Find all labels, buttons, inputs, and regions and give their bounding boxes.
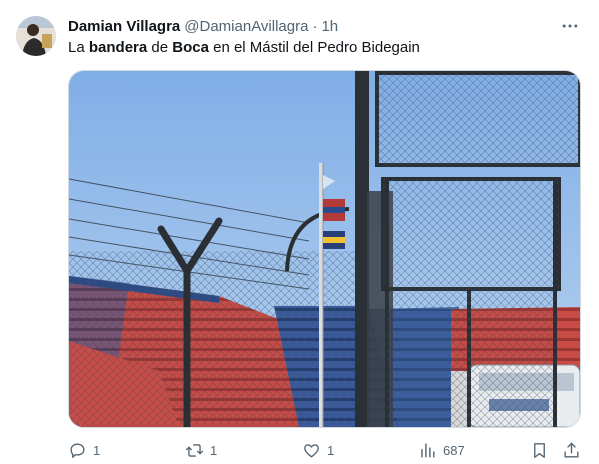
more-options-button[interactable] [557,14,583,38]
retweet-count: 1 [210,442,218,458]
stadium-flag-photo [69,71,580,427]
views-chart-icon [421,442,435,458]
tweet-text-part: La [68,39,89,56]
reply-count: 1 [93,442,101,458]
tweet-actions: 1 1 1 687 [68,438,581,462]
tweet-timestamp[interactable]: 1h [321,18,338,35]
share-button[interactable] [562,438,581,462]
tweet-text: La bandera de Boca en el Mástil del Pedr… [68,38,420,58]
tweet-text-part: de [147,39,173,56]
tweet-text-bold: Boca [172,39,209,56]
views-button[interactable]: 687 [418,438,465,462]
share-icon [564,442,579,458]
like-count: 1 [327,442,335,458]
like-button[interactable]: 1 [302,438,334,462]
views-count: 687 [443,442,465,458]
tweet-text-bold: bandera [88,39,148,56]
tweet-header: Damian Villagra @DamianAvillagra · 1h [68,16,583,36]
author-handle[interactable]: @DamianAvillagra [184,18,308,35]
retweet-icon [185,443,204,457]
reply-icon [70,442,85,458]
author-avatar[interactable] [16,16,56,56]
bookmark-icon [534,442,545,458]
avatar-image [16,16,56,56]
bookmark-button[interactable] [530,438,549,462]
tweet-media-photo[interactable] [68,70,581,428]
more-dots-icon [562,24,578,28]
header-separator: · [312,17,318,35]
retweet-button[interactable]: 1 [185,438,217,462]
tweet-text-part: en el Mástil del Pedro Bidegain [208,39,420,56]
tweet-card[interactable]: Damian Villagra @DamianAvillagra · 1h La… [0,0,599,464]
reply-button[interactable]: 1 [68,438,100,462]
author-name[interactable]: Damian Villagra [68,18,180,35]
heart-icon [304,443,319,458]
